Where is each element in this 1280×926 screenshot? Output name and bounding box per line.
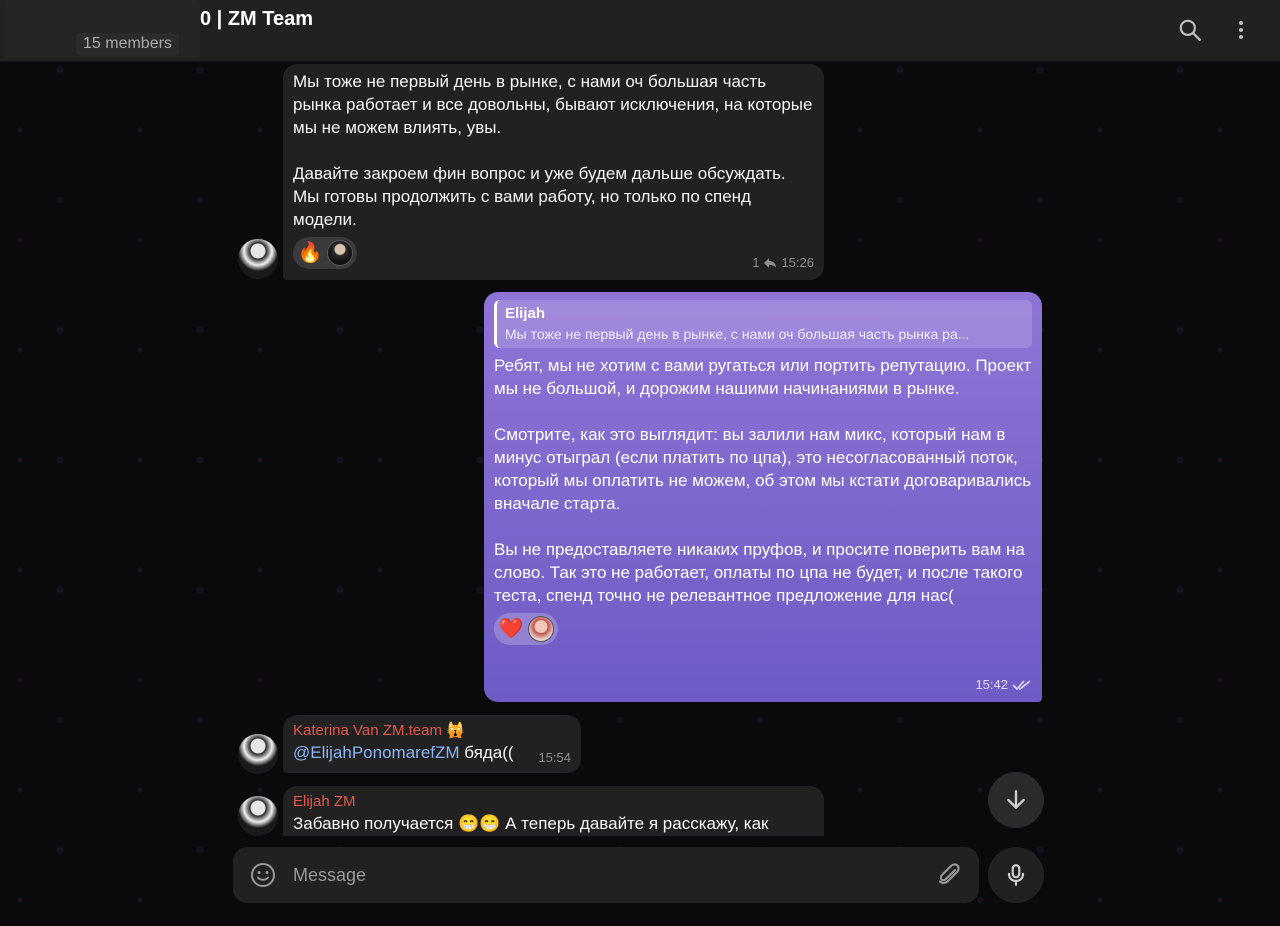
reactor-avatar (327, 240, 353, 266)
reply-snippet: Мы тоже не первый день в рынке, с нами о… (505, 326, 970, 342)
reactions: ❤️ (494, 613, 1032, 645)
message-text: Мы тоже не первый день в рынке, с нами о… (293, 72, 813, 229)
reaction-heart[interactable]: ❤️ (494, 613, 558, 645)
attach-button[interactable] (935, 861, 963, 889)
message-bubble-outgoing[interactable]: Elijah Мы тоже не первый день в рынке, с… (484, 292, 1042, 702)
reply-count: 1 (752, 255, 760, 270)
message-body: бяда(( (459, 743, 514, 762)
voice-record-button[interactable] (988, 847, 1044, 903)
reply-preview[interactable]: Elijah Мы тоже не первый день в рынке, с… (494, 300, 1032, 348)
more-options-button[interactable] (1223, 12, 1259, 48)
search-button[interactable] (1172, 12, 1208, 48)
mention-link[interactable]: @ElijahPonomarefZM (293, 743, 460, 762)
chat-header: 0 | ZM Team 15 members (0, 0, 1280, 62)
message-bubble[interactable]: Мы тоже не первый день в рынке, с нами о… (283, 64, 824, 280)
double-check-icon (1012, 679, 1031, 690)
sender-avatar[interactable] (238, 239, 278, 279)
message-time: 15:54 (538, 750, 571, 765)
message-text: @ElijahPonomarefZM бяда(( (293, 741, 571, 765)
scroll-down-button[interactable] (988, 772, 1044, 828)
chat-title[interactable]: 0 | ZM Team (200, 8, 313, 31)
message-time: 15:26 (781, 255, 814, 270)
reactor-avatar (528, 616, 554, 642)
reply-author: Elijah (505, 305, 546, 322)
sender-avatar[interactable] (238, 734, 278, 774)
sender-name[interactable]: Katerina Van ZM.team 🙀 (293, 721, 571, 741)
fire-emoji: 🔥 (297, 241, 323, 264)
reactions: 🔥 (293, 237, 814, 269)
search-icon (1179, 19, 1201, 41)
message-meta: 1 15:26 (752, 251, 814, 274)
sender-name[interactable]: Elijah ZM (293, 792, 814, 812)
message-meta: 15:42 (975, 673, 1032, 696)
message-text: Забавно получается 😁😁 А теперь давайте я… (293, 814, 769, 833)
message-bubble[interactable]: Elijah ZM Забавно получается 😁😁 А теперь… (283, 786, 824, 836)
member-count: 15 members (76, 33, 179, 55)
message-composer (233, 847, 979, 903)
more-vertical-icon (1239, 21, 1243, 39)
message-bubble[interactable]: Katerina Van ZM.team 🙀 @ElijahPonomarefZ… (283, 715, 581, 773)
message-time: 15:42 (975, 677, 1008, 692)
reaction-fire[interactable]: 🔥 (293, 237, 357, 269)
arrow-down-icon (1007, 790, 1025, 809)
microphone-icon (1007, 864, 1025, 886)
reply-arrow-icon (764, 257, 777, 268)
message-meta: 15:54 (538, 746, 571, 769)
heart-emoji: ❤️ (498, 617, 524, 640)
message-input[interactable] (293, 847, 913, 903)
emoji-button[interactable] (249, 861, 277, 889)
message-text: Ребят, мы не хотим с вами ругаться или п… (494, 356, 1032, 605)
paperclip-icon (939, 863, 960, 884)
smiley-icon (251, 863, 275, 887)
sender-avatar[interactable] (238, 796, 278, 836)
